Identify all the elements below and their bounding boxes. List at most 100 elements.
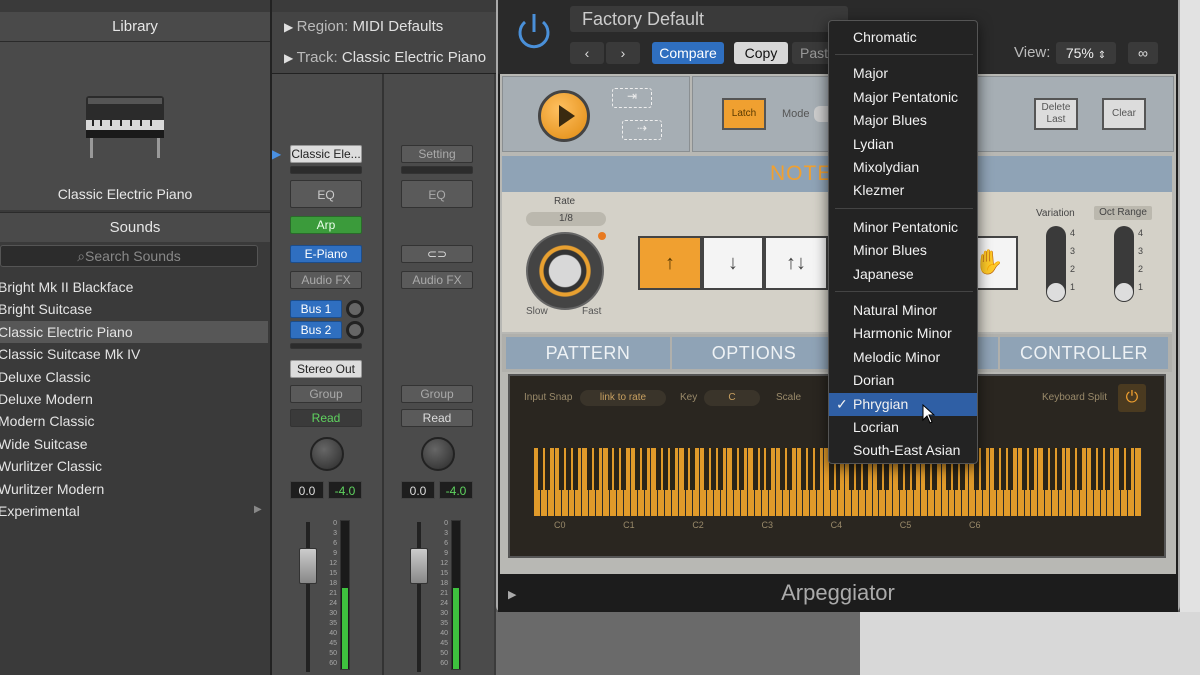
black-key[interactable] (801, 448, 806, 490)
play-button[interactable] (538, 90, 590, 142)
variation-slider-thumb[interactable] (1047, 283, 1065, 301)
paste-button[interactable]: Paste (792, 42, 832, 64)
clear-button[interactable]: Clear (1102, 98, 1146, 130)
black-key[interactable] (752, 448, 758, 490)
strip2-pan-knob[interactable] (421, 437, 455, 471)
sound-item[interactable]: Modern Classic (0, 410, 268, 432)
black-key[interactable] (1118, 448, 1124, 490)
strip2-audio-fx-slot[interactable]: Audio FX (401, 271, 473, 289)
view-zoom-select[interactable]: 75% ⇕ (1056, 42, 1116, 64)
previous-preset-button[interactable]: ‹ (570, 42, 604, 64)
chord-output-icon[interactable]: ⇢ (622, 120, 662, 140)
sound-item[interactable]: Classic Electric Piano (0, 320, 268, 343)
black-key[interactable] (759, 448, 765, 490)
strip2-volume-fader[interactable] (410, 548, 428, 584)
order-up-down-button[interactable]: ↑↓ (764, 236, 828, 290)
scale-menu-item[interactable]: Major Pentatonic (829, 86, 977, 109)
strip1-send-2[interactable]: Bus 2 (290, 321, 342, 339)
rate-knob[interactable] (526, 232, 604, 310)
oct-range-slider[interactable] (1114, 226, 1134, 302)
black-key[interactable] (1091, 448, 1097, 490)
black-key[interactable] (607, 448, 613, 490)
black-key[interactable] (1077, 448, 1083, 490)
black-key[interactable] (635, 448, 641, 490)
strip2-eq-button[interactable]: EQ (401, 180, 473, 208)
tab-controller[interactable]: CONTROLLER (1000, 337, 1168, 369)
sound-item[interactable]: Wurlitzer Modern (0, 478, 268, 500)
sound-item[interactable]: Bright Suitcase (0, 298, 268, 320)
latch-button[interactable]: Latch (722, 98, 766, 130)
black-key[interactable] (731, 448, 737, 490)
strip1-group-button[interactable]: Group (290, 385, 362, 403)
white-key[interactable] (1135, 448, 1142, 516)
copy-button[interactable]: Copy (734, 42, 788, 64)
black-key[interactable] (1070, 448, 1076, 490)
black-key[interactable] (1049, 448, 1055, 490)
preset-selector[interactable]: Factory Default (570, 6, 848, 32)
black-key[interactable] (1098, 448, 1103, 490)
search-sounds-input[interactable]: ⌕Search Sounds (0, 245, 258, 267)
input-snap-select[interactable]: link to rate (580, 390, 666, 406)
scale-menu-item[interactable]: Chromatic (829, 26, 977, 49)
keyboard-split-power-icon[interactable]: ⏻ (1118, 384, 1146, 412)
power-icon[interactable] (512, 10, 556, 54)
strip1-midi-fx-slot[interactable]: Arp (290, 216, 362, 234)
sound-item[interactable]: Wide Suitcase (0, 433, 268, 455)
strip1-send-1[interactable]: Bus 1 (290, 300, 342, 318)
black-key[interactable] (1022, 448, 1027, 490)
key-select[interactable]: C (704, 390, 760, 406)
black-key[interactable] (586, 448, 592, 490)
strip1-volume-fader[interactable] (299, 548, 317, 584)
expand-arrow-icon[interactable]: ▶ (508, 588, 516, 601)
strip1-eq-button[interactable]: EQ (290, 180, 362, 208)
sound-item[interactable]: Deluxe Modern (0, 388, 268, 410)
scale-menu-item[interactable]: Locrian (829, 416, 977, 439)
black-key[interactable] (690, 448, 696, 490)
strip2-link-button[interactable]: ⊂⊃ (401, 245, 473, 263)
sound-item[interactable]: Classic Suitcase Mk IV (0, 343, 268, 365)
black-key[interactable] (980, 448, 986, 490)
disclosure-arrow-icon[interactable]: ▶ (254, 504, 262, 515)
variation-slider[interactable] (1046, 226, 1066, 302)
order-up-button[interactable]: ↑ (638, 236, 702, 290)
link-button[interactable]: ∞ (1128, 42, 1158, 64)
black-key[interactable] (662, 448, 668, 490)
black-key[interactable] (807, 448, 813, 490)
delete-last-button[interactable]: Delete Last (1034, 98, 1078, 130)
black-key[interactable] (538, 448, 544, 490)
chord-input-icon[interactable]: ⇥ (612, 88, 652, 108)
strip1-empty-send[interactable] (290, 343, 362, 349)
black-key[interactable] (621, 448, 627, 490)
strip1-instrument-slot[interactable]: E-Piano (290, 245, 362, 263)
rate-value[interactable]: 1/8 (526, 212, 606, 226)
strip1-automation-button[interactable]: Read (290, 409, 362, 427)
strip2-setting-button[interactable]: Setting (401, 145, 473, 163)
strip1-audio-fx-slot[interactable]: Audio FX (290, 271, 362, 289)
scale-menu-item[interactable]: ✓ Phrygian (829, 392, 977, 416)
next-preset-button[interactable]: › (606, 42, 640, 64)
black-key[interactable] (614, 448, 620, 490)
strip1-pan-knob[interactable] (310, 437, 344, 471)
send-2-level-knob[interactable] (346, 321, 364, 339)
black-key[interactable] (711, 448, 717, 490)
black-key[interactable] (814, 448, 820, 490)
black-key[interactable] (1008, 448, 1014, 490)
sound-item[interactable]: Deluxe Classic (0, 366, 268, 388)
scale-menu-item[interactable]: Major Blues (829, 109, 977, 132)
scale-menu-item[interactable]: Melodic Minor (829, 346, 977, 369)
mode-switch[interactable] (814, 106, 828, 122)
black-key[interactable] (1042, 448, 1048, 490)
black-key[interactable] (1056, 448, 1062, 490)
region-disclosure[interactable]: ▶ Region: MIDI Defaults (284, 18, 443, 35)
tab-pattern[interactable]: PATTERN (506, 337, 670, 369)
black-key[interactable] (593, 448, 599, 490)
scale-menu-item[interactable]: Lydian (829, 133, 977, 156)
black-key[interactable] (683, 448, 689, 490)
strip2-automation-button[interactable]: Read (401, 409, 473, 427)
scale-menu-item[interactable]: Dorian (829, 369, 977, 392)
send-1-level-knob[interactable] (346, 300, 364, 318)
scale-menu-item[interactable]: South-East Asian (829, 439, 977, 462)
scale-menu-item[interactable]: Minor Blues (829, 239, 977, 262)
tab-options[interactable]: OPTIONS (672, 337, 836, 369)
black-key[interactable] (994, 448, 1000, 490)
